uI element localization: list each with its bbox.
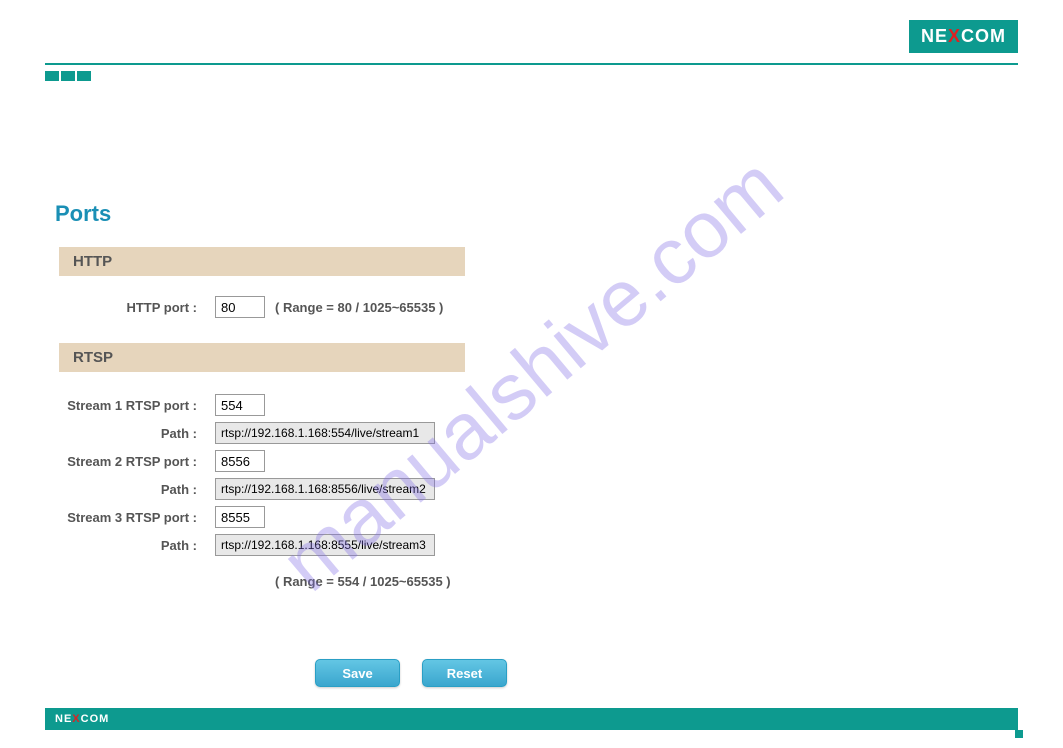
stream3-path-label: Path : [55, 538, 215, 553]
rtsp-section: RTSP Stream 1 RTSP port : Path : Stream … [55, 343, 465, 589]
save-button[interactable]: Save [315, 659, 400, 687]
http-port-row: HTTP port : ( Range = 80 / 1025~65535 ) [55, 276, 465, 333]
footer-decorative-squares [1003, 718, 1023, 738]
http-header: HTTP [55, 247, 465, 276]
brand-logo: NEXCOM [909, 20, 1018, 53]
stream2-path-label: Path : [55, 482, 215, 497]
http-port-label: HTTP port : [55, 300, 215, 315]
stream1-path-row: Path : [55, 416, 465, 444]
http-section: HTTP HTTP port : ( Range = 80 / 1025~655… [55, 247, 465, 333]
header: NEXCOM [0, 0, 1063, 81]
logo-container: NEXCOM [45, 20, 1018, 63]
stream1-port-row: Stream 1 RTSP port : [55, 372, 465, 416]
stream1-port-input[interactable] [215, 394, 265, 416]
stream2-port-input[interactable] [215, 450, 265, 472]
stream1-port-label: Stream 1 RTSP port : [55, 398, 215, 413]
footer: NEXCOM [45, 708, 1018, 730]
top-divider [45, 63, 1018, 65]
stream3-path-row: Path : [55, 528, 465, 556]
stream2-path-row: Path : [55, 472, 465, 500]
button-row: Save Reset [55, 659, 1008, 687]
stream3-port-label: Stream 3 RTSP port : [55, 510, 215, 525]
stream1-path-label: Path : [55, 426, 215, 441]
main-content: Ports HTTP HTTP port : ( Range = 80 / 10… [0, 81, 1063, 687]
stream2-port-label: Stream 2 RTSP port : [55, 454, 215, 469]
decorative-squares [45, 71, 1018, 81]
footer-bar: NEXCOM [45, 708, 1018, 730]
stream3-port-row: Stream 3 RTSP port : [55, 500, 465, 528]
http-port-input[interactable] [215, 296, 265, 318]
page-title: Ports [55, 201, 1008, 227]
stream2-port-row: Stream 2 RTSP port : [55, 444, 465, 472]
rtsp-header: RTSP [55, 343, 465, 372]
stream3-path-input [215, 534, 435, 556]
stream1-path-input [215, 422, 435, 444]
footer-logo: NEXCOM [55, 713, 109, 725]
reset-button[interactable]: Reset [422, 659, 507, 687]
stream3-port-input[interactable] [215, 506, 265, 528]
stream2-path-input [215, 478, 435, 500]
rtsp-range-hint: ( Range = 554 / 1025~65535 ) [55, 556, 465, 589]
http-range-hint: ( Range = 80 / 1025~65535 ) [275, 300, 443, 315]
